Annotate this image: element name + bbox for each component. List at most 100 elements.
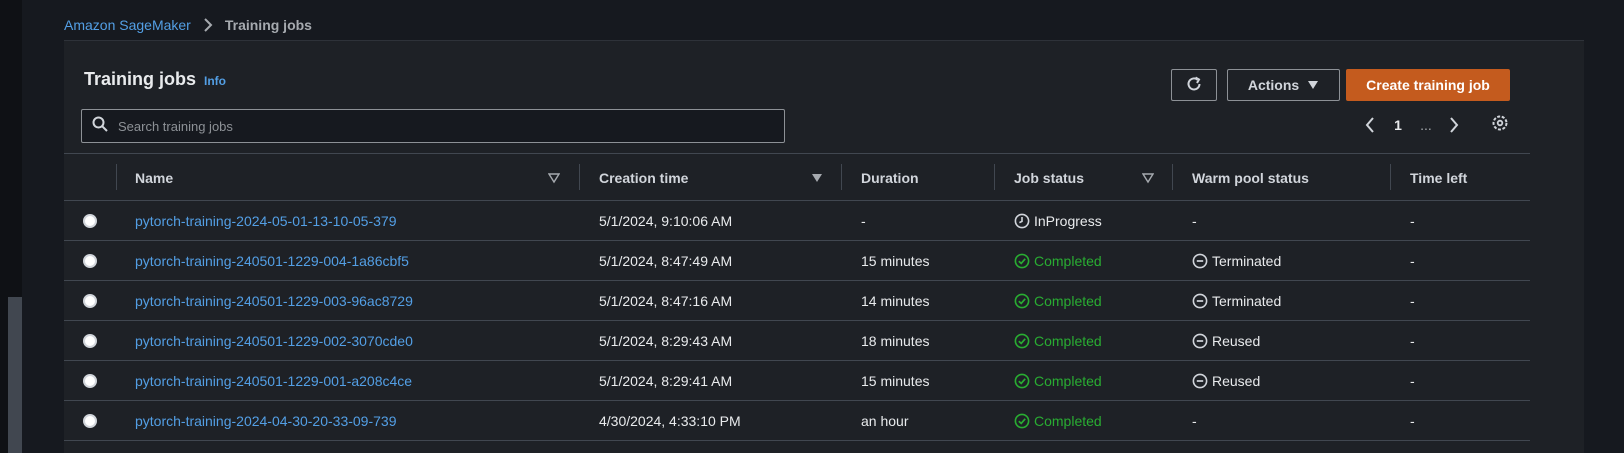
column-header-name[interactable]: Name: [135, 154, 173, 202]
duration: an hour: [861, 413, 909, 429]
job-status-label: Completed: [1034, 413, 1102, 429]
search-input[interactable]: [118, 118, 778, 134]
table-row: pytorch-training-2024-04-30-20-33-09-739…: [64, 401, 1530, 441]
minus-circle-icon: [1192, 253, 1208, 269]
column-header-job-status[interactable]: Job status: [1014, 154, 1084, 202]
warm-pool-status: -: [1192, 213, 1197, 229]
column-divider: [579, 164, 580, 190]
time-left: -: [1410, 413, 1415, 429]
check-circle-icon: [1014, 333, 1030, 349]
column-divider: [116, 164, 117, 190]
time-left: -: [1410, 213, 1415, 229]
scrollbar-thumb[interactable]: [8, 297, 22, 453]
gear-icon: [1491, 114, 1509, 137]
pagination-ellipsis: ...: [1420, 117, 1432, 133]
creation-time: 4/30/2024, 4:33:10 PM: [599, 413, 741, 429]
actions-label: Actions: [1247, 77, 1300, 93]
row-select-radio[interactable]: [83, 374, 97, 388]
job-status: Completed: [1014, 373, 1102, 389]
column-divider: [1172, 164, 1173, 190]
panel-header: Training jobs Info: [84, 69, 226, 90]
previous-page-button[interactable]: [1356, 113, 1384, 137]
duration: 15 minutes: [861, 373, 930, 389]
minus-circle-icon: [1192, 293, 1208, 309]
minus-circle-icon: [1192, 373, 1208, 389]
search-icon: [92, 116, 108, 137]
table-row: pytorch-training-240501-1229-004-1a86cbf…: [64, 241, 1530, 281]
column-divider: [994, 164, 995, 190]
breadcrumb-root-link[interactable]: Amazon SageMaker: [64, 17, 191, 33]
time-left: -: [1410, 253, 1415, 269]
row-select-radio[interactable]: [83, 254, 97, 268]
job-name-link[interactable]: pytorch-training-240501-1229-004-1a86cbf…: [135, 253, 409, 269]
duration: 14 minutes: [861, 293, 930, 309]
warm-pool-status: Reused: [1192, 373, 1260, 389]
create-training-job-button[interactable]: Create training job: [1346, 69, 1510, 101]
job-status-label: Completed: [1034, 253, 1102, 269]
table-row: pytorch-training-240501-1229-001-a208c4c…: [64, 361, 1530, 401]
warm-pool-status-label: Reused: [1212, 333, 1261, 349]
table-row: pytorch-training-240501-1229-002-3070cde…: [64, 321, 1530, 361]
next-page-button[interactable]: [1440, 113, 1468, 137]
table-settings-button[interactable]: [1488, 113, 1512, 137]
job-name-link[interactable]: pytorch-training-240501-1229-002-3070cde…: [135, 333, 413, 349]
row-select-radio[interactable]: [83, 294, 97, 308]
page-title: Training jobs: [84, 69, 197, 89]
job-status-label: Completed: [1034, 293, 1102, 309]
column-header-creation-time[interactable]: Creation time: [599, 154, 688, 202]
job-name-link[interactable]: pytorch-training-2024-04-30-20-33-09-739: [135, 413, 397, 429]
training-jobs-panel: Training jobs Info Actions Create traini…: [64, 40, 1584, 453]
sort-descending-icon[interactable]: [811, 171, 823, 183]
creation-time: 5/1/2024, 8:29:41 AM: [599, 373, 733, 389]
refresh-icon: [1185, 75, 1203, 96]
sort-indicator-icon[interactable]: [1141, 171, 1155, 184]
search-box[interactable]: [81, 109, 785, 143]
job-status: Completed: [1014, 253, 1102, 269]
table-row: pytorch-training-240501-1229-003-96ac872…: [64, 281, 1530, 321]
training-jobs-table: Name Creation time Duration Job status W…: [64, 153, 1530, 441]
row-select-radio[interactable]: [83, 214, 97, 228]
column-header-time-left[interactable]: Time left: [1410, 154, 1467, 202]
table-row: pytorch-training-2024-05-01-13-10-05-379…: [64, 201, 1530, 241]
job-status-label: Completed: [1034, 333, 1102, 349]
check-circle-icon: [1014, 413, 1030, 429]
breadcrumb: Amazon SageMaker Training jobs: [64, 16, 312, 34]
creation-time: 5/1/2024, 8:47:16 AM: [599, 293, 733, 309]
job-status: Completed: [1014, 293, 1102, 309]
minus-circle-icon: [1192, 333, 1208, 349]
time-left: -: [1410, 293, 1415, 309]
job-name-link[interactable]: pytorch-training-2024-05-01-13-10-05-379: [135, 213, 397, 229]
job-name-link[interactable]: pytorch-training-240501-1229-003-96ac872…: [135, 293, 413, 309]
page-1-button[interactable]: 1: [1384, 113, 1412, 137]
column-header-duration[interactable]: Duration: [861, 154, 919, 202]
refresh-button[interactable]: [1171, 69, 1217, 101]
chevron-right-icon: [197, 16, 219, 34]
sort-indicator-icon[interactable]: [547, 171, 561, 184]
clock-icon: [1014, 213, 1030, 229]
warm-pool-status-label: Terminated: [1212, 253, 1282, 269]
duration: 15 minutes: [861, 253, 930, 269]
check-circle-icon: [1014, 293, 1030, 309]
creation-time: 5/1/2024, 8:29:43 AM: [599, 333, 733, 349]
row-select-radio[interactable]: [83, 414, 97, 428]
job-status: InProgress: [1014, 213, 1102, 229]
actions-button[interactable]: Actions: [1227, 69, 1340, 101]
warm-pool-status-label: Reused: [1212, 373, 1261, 389]
pagination: 1 ...: [1356, 113, 1468, 137]
check-circle-icon: [1014, 373, 1030, 389]
duration: 18 minutes: [861, 333, 930, 349]
check-circle-icon: [1014, 253, 1030, 269]
breadcrumb-current: Training jobs: [224, 17, 312, 33]
warm-pool-status: Terminated: [1192, 293, 1281, 309]
column-header-warm-pool-status[interactable]: Warm pool status: [1192, 154, 1309, 202]
column-divider: [841, 164, 842, 190]
table-body: pytorch-training-2024-05-01-13-10-05-379…: [64, 201, 1530, 441]
creation-time: 5/1/2024, 9:10:06 AM: [599, 213, 733, 229]
table-header: Name Creation time Duration Job status W…: [64, 153, 1530, 201]
caret-down-icon: [1307, 77, 1319, 93]
row-select-radio[interactable]: [83, 334, 97, 348]
job-status: Completed: [1014, 333, 1102, 349]
left-panel-strip: [0, 0, 22, 453]
job-name-link[interactable]: pytorch-training-240501-1229-001-a208c4c…: [135, 373, 412, 389]
info-link[interactable]: Info: [204, 74, 226, 88]
